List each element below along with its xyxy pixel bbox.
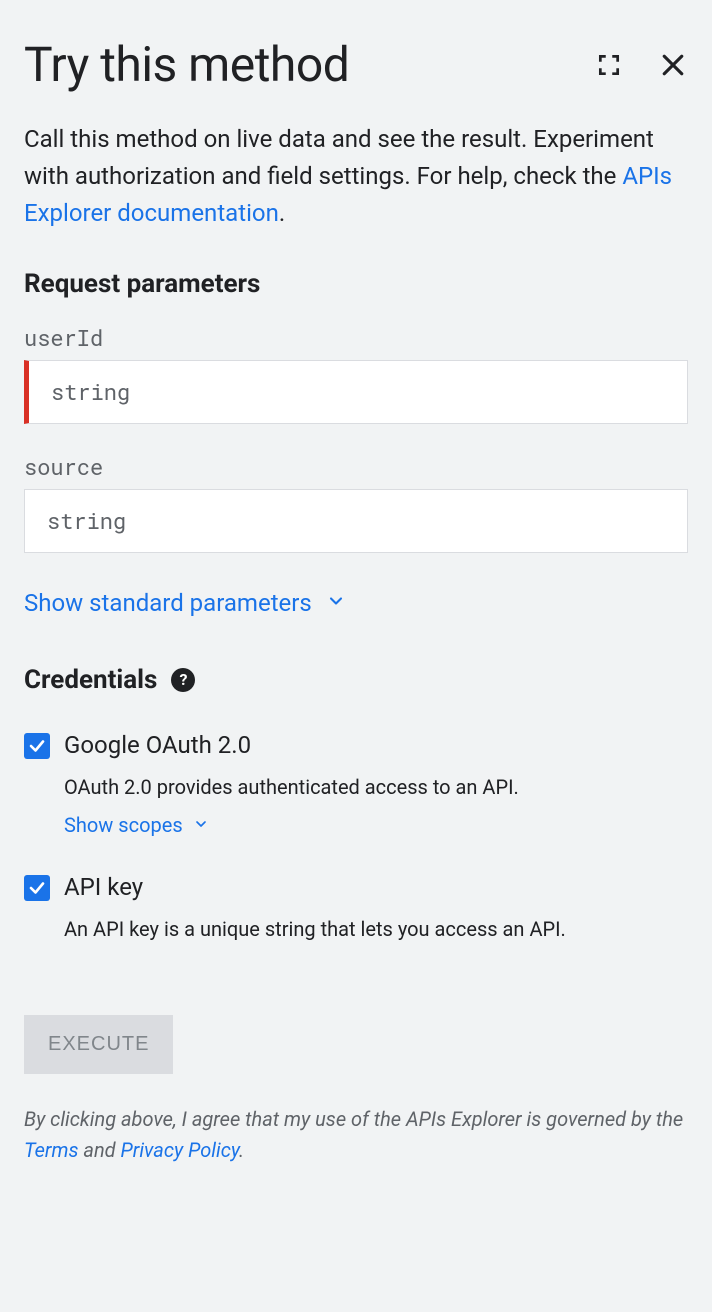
apikey-description: An API key is a unique string that lets … — [64, 917, 688, 941]
description-text-after: . — [279, 199, 285, 227]
help-icon[interactable]: ? — [171, 668, 195, 692]
disclaimer-text: By clicking above, I agree that my use o… — [24, 1104, 688, 1166]
fullscreen-icon[interactable] — [596, 52, 622, 78]
userid-input[interactable] — [24, 360, 688, 424]
oauth-description: OAuth 2.0 provides authenticated access … — [64, 775, 688, 799]
disclaimer-between: and — [78, 1138, 120, 1162]
credentials-heading-row: Credentials ? — [24, 665, 688, 695]
privacy-link[interactable]: Privacy Policy — [121, 1138, 239, 1162]
credential-oauth: Google OAuth 2.0 OAuth 2.0 provides auth… — [24, 731, 688, 837]
apikey-checkbox[interactable] — [24, 875, 50, 901]
description-text-before: Call this method on live data and see th… — [24, 125, 654, 190]
disclaimer-before-terms: By clicking above, I agree that my use o… — [24, 1107, 683, 1131]
apikey-label: API key — [64, 873, 688, 901]
try-method-panel: Try this method Call this method on live… — [0, 0, 712, 1190]
apikey-body: API key An API key is a unique string th… — [64, 873, 688, 955]
show-standard-parameters-toggle[interactable]: Show standard parameters — [24, 589, 346, 617]
param-label-source: source — [24, 452, 688, 481]
close-icon[interactable] — [658, 50, 688, 80]
terms-link[interactable]: Terms — [24, 1138, 78, 1162]
disclaimer-after: . — [239, 1138, 244, 1162]
credential-apikey: API key An API key is a unique string th… — [24, 873, 688, 955]
credentials-heading: Credentials — [24, 665, 157, 695]
show-scopes-label: Show scopes — [64, 813, 183, 837]
chevron-down-icon — [326, 589, 346, 617]
show-standard-label: Show standard parameters — [24, 589, 312, 617]
oauth-label: Google OAuth 2.0 — [64, 731, 688, 759]
param-field-userid: userId — [24, 323, 688, 424]
param-label-userid: userId — [24, 323, 688, 352]
source-input[interactable] — [24, 489, 688, 553]
oauth-checkbox[interactable] — [24, 733, 50, 759]
request-parameters-heading: Request parameters — [24, 269, 688, 299]
execute-button[interactable]: EXECUTE — [24, 1015, 173, 1074]
header-icon-group — [596, 50, 688, 80]
chevron-down-icon — [193, 813, 209, 837]
param-field-source: source — [24, 452, 688, 553]
panel-description: Call this method on live data and see th… — [24, 121, 688, 233]
page-title: Try this method — [24, 36, 349, 93]
oauth-body: Google OAuth 2.0 OAuth 2.0 provides auth… — [64, 731, 688, 837]
panel-header: Try this method — [24, 36, 688, 93]
show-scopes-toggle[interactable]: Show scopes — [64, 813, 209, 837]
